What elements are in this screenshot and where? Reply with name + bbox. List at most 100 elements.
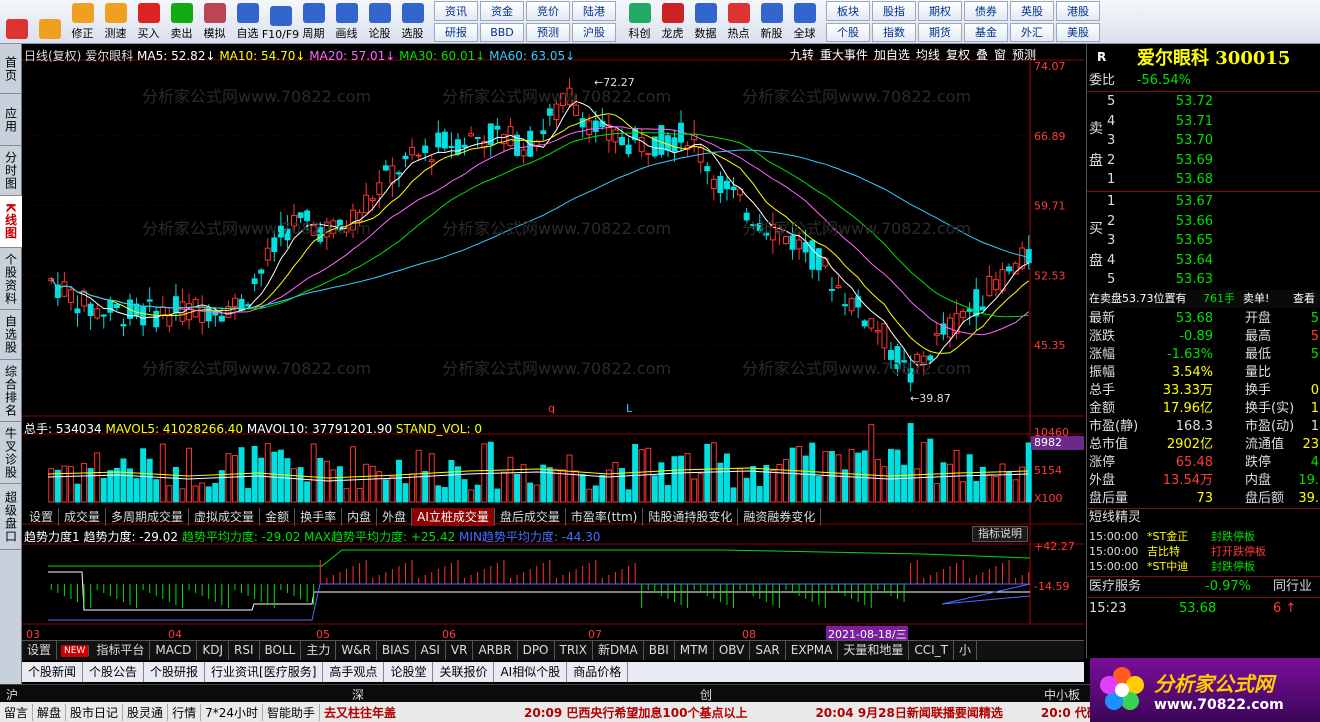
tool2-button-4[interactable]: 新股: [755, 0, 788, 43]
left-tab-6[interactable]: 综合排名: [0, 360, 22, 422]
tool-button-4[interactable]: 买入: [132, 0, 165, 43]
toolbar-link-3-1[interactable]: 沪股: [572, 22, 616, 42]
status-item-1[interactable]: 解盘: [33, 703, 67, 721]
tool2-button-2[interactable]: 数据: [689, 0, 722, 43]
news-tab-3[interactable]: 行业资讯[医疗服务]: [205, 662, 324, 682]
toolbar-market-1-0[interactable]: 股指: [872, 1, 916, 21]
indicator-tab-6[interactable]: W&R: [336, 641, 377, 660]
tool-button-9[interactable]: 周期: [297, 0, 330, 43]
toolbar-market-0-0[interactable]: 板块: [826, 1, 870, 21]
volume-tab-7[interactable]: 外盘: [377, 508, 413, 526]
news-tab-0[interactable]: 个股新闻: [22, 662, 84, 682]
indicator-tab-5[interactable]: 主力: [301, 641, 337, 660]
tool2-button-3[interactable]: 热点: [722, 0, 755, 43]
volume-tab-10[interactable]: 市盈率(ttm): [566, 508, 644, 526]
toolbar-link-1-0[interactable]: 资金: [480, 1, 524, 21]
tool2-button-1[interactable]: 龙虎: [656, 0, 689, 43]
indicator-tab-1[interactable]: MACD: [150, 641, 198, 660]
toolbar-market-4-1[interactable]: 外汇: [1010, 22, 1054, 42]
tool-button-12[interactable]: 选股: [396, 0, 429, 43]
chart-top-button-7[interactable]: 预测: [1010, 46, 1038, 63]
wizard-stock-2[interactable]: *ST中迪: [1147, 558, 1188, 576]
indicator-tab-14[interactable]: BBI: [644, 641, 675, 660]
index-cy[interactable]: 创: [700, 686, 712, 703]
chart-top-button-0[interactable]: 九转: [788, 46, 816, 63]
chart-top-button-5[interactable]: 叠: [974, 46, 990, 63]
indicator-tab-0[interactable]: 指标平台: [91, 641, 151, 660]
indicator-tab-18[interactable]: EXPMA: [786, 641, 839, 660]
news-ticker-2[interactable]: 20:09 巴西央行希望加息100个基点以上: [520, 704, 751, 721]
volume-tab-11[interactable]: 陆股通持股变化: [643, 508, 739, 526]
toolbar-market-2-1[interactable]: 期货: [918, 22, 962, 42]
toolbar-market-5-1[interactable]: 美股: [1056, 22, 1100, 42]
status-item-5[interactable]: 7*24小时: [201, 703, 263, 721]
toolbar-market-4-0[interactable]: 英股: [1010, 1, 1054, 21]
status-item-0[interactable]: 留言: [0, 703, 34, 721]
settings-tab[interactable]: 设置: [22, 641, 58, 660]
news-tab-6[interactable]: 关联报价: [433, 662, 495, 682]
indicator-tab-8[interactable]: ASI: [416, 641, 446, 660]
tool-button-3[interactable]: 测速: [99, 0, 132, 43]
volume-tab-0[interactable]: 设置: [24, 508, 60, 526]
status-item-4[interactable]: 行情: [168, 703, 202, 721]
sell-price-1[interactable]: 53.68: [1143, 171, 1213, 189]
volume-tab-3[interactable]: 虚拟成交量: [189, 508, 261, 526]
buy-price-5[interactable]: 53.63: [1143, 271, 1213, 289]
status-item-6[interactable]: 智能助手: [263, 703, 320, 721]
kline-chart-svg[interactable]: 74.0766.8959.7152.5345.35←72.27←39.87q L1…: [22, 44, 1084, 640]
code-search-input[interactable]: 20:0 代码/名称: [1037, 704, 1090, 721]
sell-price-4[interactable]: 53.71: [1143, 113, 1213, 131]
status-item-2[interactable]: 股市日记: [66, 703, 124, 721]
tool2-button-0[interactable]: 科创: [623, 0, 656, 43]
indicator-tab-10[interactable]: ARBR: [473, 641, 518, 660]
left-tab-4[interactable]: 个股资料: [0, 248, 22, 310]
sell-price-5[interactable]: 53.72: [1143, 93, 1213, 111]
index-sh[interactable]: 沪: [6, 686, 18, 703]
volume-tab-8[interactable]: AI立桩成交量: [412, 508, 495, 526]
toolbar-link-2-0[interactable]: 竞价: [526, 1, 570, 21]
sell-price-3[interactable]: 53.70: [1143, 132, 1213, 150]
volume-tab-6[interactable]: 内盘: [342, 508, 378, 526]
toolbar-link-1-1[interactable]: BBD: [480, 22, 524, 42]
left-tab-1[interactable]: 应用: [0, 94, 22, 146]
tool-button-8[interactable]: F10/F9: [262, 0, 299, 43]
volume-tab-4[interactable]: 金额: [260, 508, 296, 526]
chart-top-button-4[interactable]: 复权: [944, 46, 972, 63]
order-alert-link[interactable]: 查看: [1293, 290, 1315, 308]
left-tab-0[interactable]: 首页: [0, 44, 22, 94]
indicator-tab-13[interactable]: 新DMA: [593, 641, 644, 660]
indicator-tab-19[interactable]: 天量和地量: [838, 641, 910, 660]
period-label[interactable]: 日线(复权): [24, 49, 81, 63]
left-tab-5[interactable]: 自选股: [0, 310, 22, 360]
indicator-tab-15[interactable]: MTM: [675, 641, 714, 660]
volume-tab-9[interactable]: 盘后成交量: [495, 508, 566, 526]
buy-price-4[interactable]: 53.64: [1143, 252, 1213, 270]
toolbar-market-2-0[interactable]: 期权: [918, 1, 962, 21]
indicator-tab-2[interactable]: KDJ: [197, 641, 229, 660]
tool-button-0[interactable]: [0, 0, 33, 43]
left-tab-8[interactable]: 超级盘口: [0, 484, 22, 550]
tool-button-6[interactable]: 模拟: [198, 0, 231, 43]
chart-top-button-6[interactable]: 窗: [992, 46, 1008, 63]
kline-chart-area[interactable]: 74.07 66.89 59.71 52.53 45.35 ←72.27 ←39.87 q L 1…: [22, 44, 1084, 640]
left-tab-7[interactable]: 牛叉诊股: [0, 422, 22, 484]
toolbar-link-0-1[interactable]: 研报: [434, 22, 478, 42]
news-tab-8[interactable]: 商品价格: [567, 662, 629, 682]
toolbar-link-2-1[interactable]: 预测: [526, 22, 570, 42]
volume-tab-12[interactable]: 融资融券变化: [738, 508, 822, 526]
indicator-tab-16[interactable]: OBV: [714, 641, 751, 660]
left-tab-3[interactable]: K线图: [0, 196, 22, 248]
indicator-help-button[interactable]: 指标说明: [972, 526, 1028, 542]
tool-button-11[interactable]: 论股: [363, 0, 396, 43]
indicator-tab-11[interactable]: DPO: [518, 641, 555, 660]
left-tab-2[interactable]: 分时图: [0, 146, 22, 196]
sector-link[interactable]: 同行业: [1273, 578, 1312, 596]
tool-button-10[interactable]: 画线: [330, 0, 363, 43]
chart-top-button-1[interactable]: 重大事件: [818, 46, 870, 63]
sector-name[interactable]: 医疗服务: [1089, 578, 1141, 596]
news-tab-2[interactable]: 个股研报: [144, 662, 206, 682]
toolbar-market-0-1[interactable]: 个股: [826, 22, 870, 42]
indicator-tab-20[interactable]: CCI_T: [909, 641, 954, 660]
toolbar-link-3-0[interactable]: 陆港: [572, 1, 616, 21]
news-tab-4[interactable]: 高手观点: [323, 662, 385, 682]
